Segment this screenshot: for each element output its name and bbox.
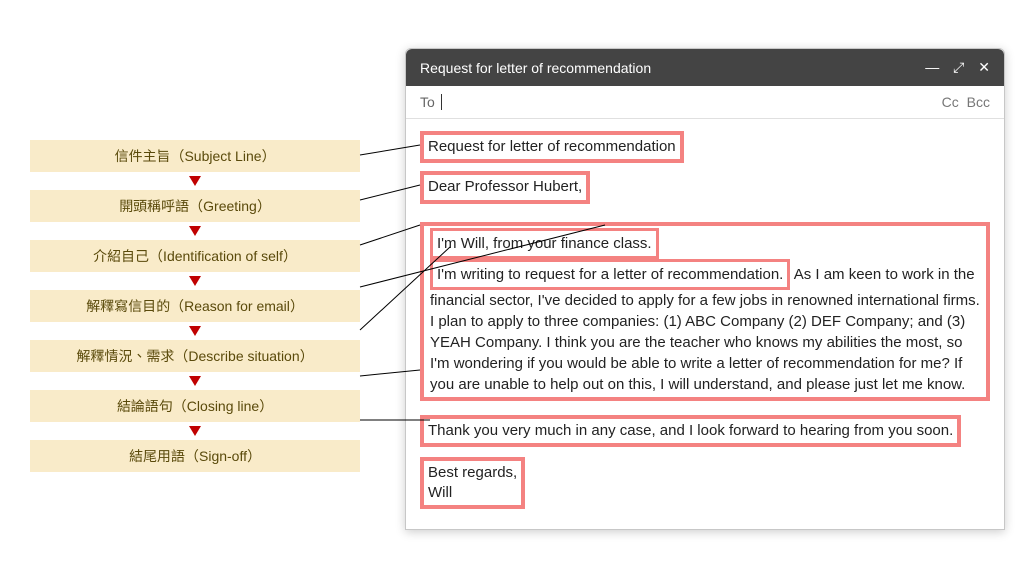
minimize-icon[interactable]: — [925,59,939,75]
signoff-line2: Will [428,484,452,501]
arrow-down-icon [189,426,201,436]
arrow-down-icon [189,326,201,336]
label-reason: 解釋寫信目的（Reason for email） [30,290,360,322]
label-closing: 結論語句（Closing line） [30,390,360,422]
label-identify: 介紹自己（Identification of self） [30,240,360,272]
close-icon[interactable]: ✕ [978,59,990,75]
subject-highlight: Request for letter of recommendation [420,131,684,163]
reason-highlight: I'm writing to request for a letter of r… [430,259,790,290]
arrow-down-icon [189,276,201,286]
identify-highlight: I'm Will, from your finance class. [430,228,659,259]
cc-link[interactable]: Cc [942,94,959,110]
compose-window: Request for letter of recommendation — ⤢… [405,48,1005,530]
compose-title: Request for letter of recommendation [420,60,915,76]
compose-header: Request for letter of recommendation — ⤢… [406,49,1004,86]
to-row[interactable]: To Cc Bcc [406,86,1004,119]
bcc-link[interactable]: Bcc [967,94,990,110]
label-signoff: 結尾用語（Sign-off） [30,440,360,472]
arrow-down-icon [189,176,201,186]
body-highlight: I'm Will, from your finance class. I'm w… [420,222,990,401]
closing-highlight: Thank you very much in any case, and I l… [420,415,961,447]
label-subject: 信件主旨（Subject Line） [30,140,360,172]
to-label: To [420,94,435,110]
signoff-line1: Best regards, [428,464,517,481]
arrow-down-icon [189,376,201,386]
greeting-highlight: Dear Professor Hubert, [420,171,590,203]
label-greeting: 開頭稱呼語（Greeting） [30,190,360,222]
expand-icon[interactable]: ⤢ [953,59,964,75]
label-situation: 解釋情況、需求（Describe situation） [30,340,360,372]
email-body[interactable]: Request for letter of recommendation Dea… [406,119,1004,529]
signoff-highlight: Best regards, Will [420,457,525,510]
text-cursor-icon [441,94,442,110]
structure-labels: 信件主旨（Subject Line） 開頭稱呼語（Greeting） 介紹自己（… [30,140,360,472]
arrow-down-icon [189,226,201,236]
